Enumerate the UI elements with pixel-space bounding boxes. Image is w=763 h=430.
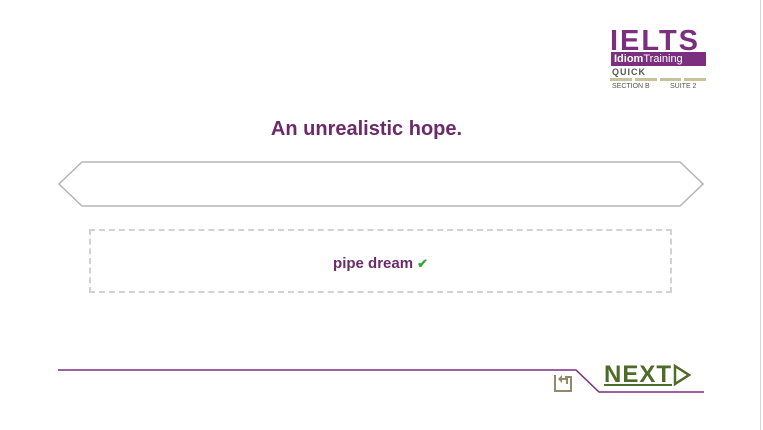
next-triangle-icon <box>673 364 692 386</box>
back-arrow-icon[interactable] <box>553 373 573 393</box>
logo-edition: QUICK <box>612 67 646 77</box>
logo-section: SECTION B <box>612 83 650 90</box>
logo-word: IELTS <box>610 25 701 57</box>
logo-dashes <box>610 78 706 81</box>
next-label: NEXT <box>604 361 673 388</box>
logo-band: IdiomTraining <box>611 52 706 66</box>
ielts-logo: IELTS IdiomTraining QUICK SECTION B SUIT… <box>610 25 708 94</box>
selected-answer-text: pipe dream <box>333 255 414 272</box>
answer-drop-zone[interactable]: pipe dream ✔ <box>89 229 672 293</box>
window-edge <box>760 0 761 430</box>
logo-band-rest: Training <box>643 53 683 65</box>
logo-band-bold: Idiom <box>614 53 644 65</box>
selected-answer[interactable]: pipe dream ✔ <box>91 255 670 272</box>
question-prompt: An unrealistic hope. <box>270 118 463 140</box>
answer-slot[interactable] <box>58 161 704 207</box>
check-icon: ✔ <box>417 256 428 271</box>
logo-suite: SUITE 2 <box>670 83 697 90</box>
next-button[interactable]: NEXT <box>604 361 692 388</box>
